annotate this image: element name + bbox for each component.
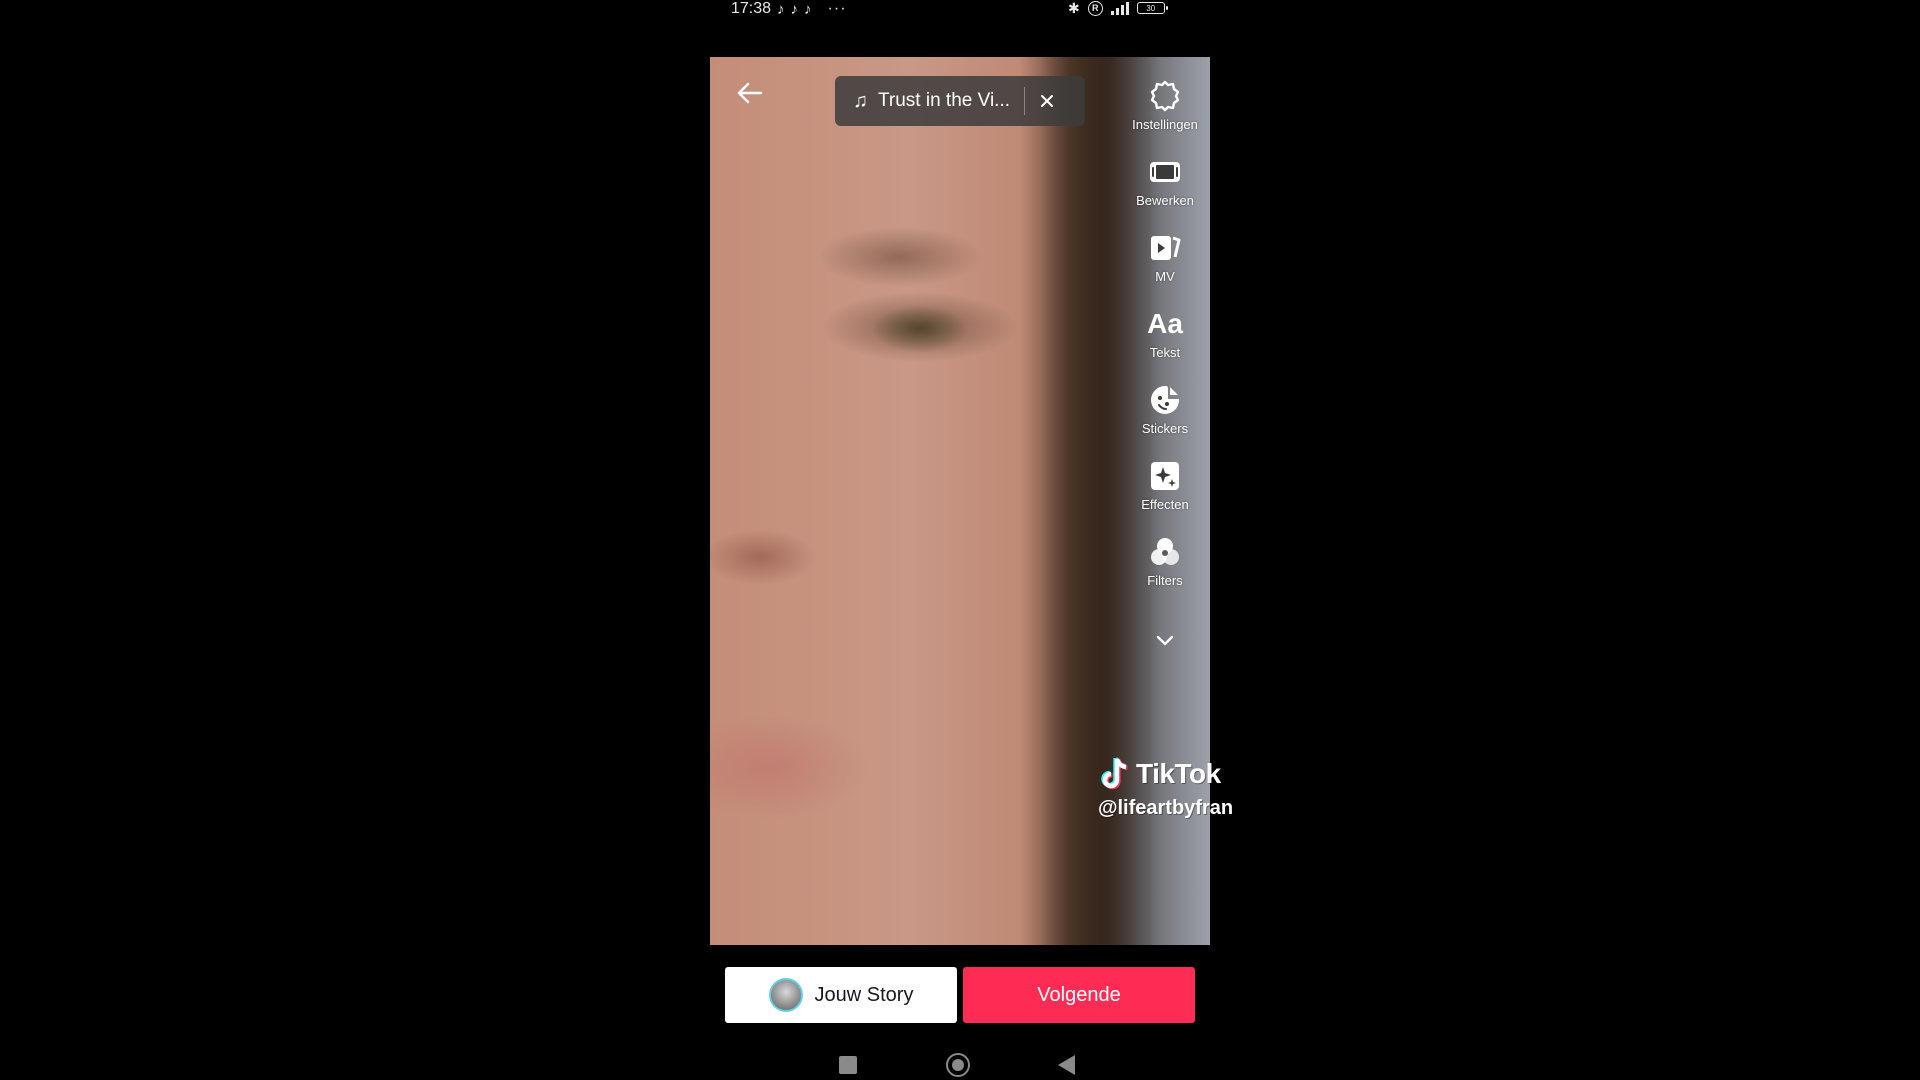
back-button[interactable] (732, 75, 768, 111)
close-icon (1041, 95, 1053, 107)
watermark-handle: @lifeartbyfran (1098, 797, 1234, 819)
remove-music-button[interactable] (1025, 76, 1069, 126)
screen: 17:38 ♪ ♪ ♪ ··· ✱ R 30 ♫ Trust in the Vi… (0, 0, 1920, 1080)
chevron-down-icon (1156, 635, 1174, 646)
home-button[interactable] (946, 1053, 970, 1077)
tiktok-logo-icon (1101, 757, 1128, 790)
settings-icon (1146, 77, 1184, 115)
sticker-icon (1146, 381, 1184, 419)
tiktok-watermark: TikTok @lifeartbyfran (1098, 755, 1248, 820)
arrow-left-icon (737, 82, 763, 104)
recents-button[interactable] (839, 1056, 857, 1074)
next-button[interactable]: Volgende (963, 967, 1195, 1023)
text-glyph: Aa (1147, 308, 1183, 339)
toolbar-item-edit[interactable]: Bewerken (1120, 153, 1210, 223)
battery-level: 30 (1146, 3, 1156, 13)
more-notifications-icon: ··· (827, 0, 847, 17)
tiktok-note-icon: ♪ (790, 0, 799, 18)
toolbar-label: Filters (1147, 573, 1183, 588)
status-bar-left: 17:38 ♪ ♪ ♪ ··· (731, 0, 847, 18)
tiktok-note-icon: ♪ (804, 0, 812, 18)
toolbar-label: Bewerken (1136, 193, 1194, 208)
toolbar-label: MV (1155, 269, 1175, 284)
bluetooth-icon: ✱ (1068, 0, 1080, 16)
toolbar-item-stickers[interactable]: Stickers (1120, 381, 1210, 451)
system-back-button[interactable] (1058, 1055, 1075, 1075)
status-bar-right: ✱ R 30 (1068, 0, 1168, 16)
next-label: Volgende (1037, 983, 1121, 1006)
home-icon (952, 1059, 964, 1071)
tiktok-note-icon: ♪ (777, 0, 785, 18)
music-note-icon: ♫ (853, 89, 868, 112)
your-story-label: Jouw Story (814, 983, 914, 1006)
toolbar-item-mv[interactable]: MV (1120, 229, 1210, 299)
status-time: 17:38 (731, 0, 772, 17)
expand-toolbar-button[interactable] (1150, 625, 1180, 655)
filters-icon (1146, 533, 1184, 571)
toolbar-label: Tekst (1149, 345, 1181, 360)
battery-icon: 30 (1136, 2, 1168, 14)
toolbar-label: Effecten (1141, 497, 1189, 512)
watermark-brand-row: TikTok (1098, 755, 1248, 793)
text-icon: Aa (1146, 305, 1184, 343)
registered-icon: R (1087, 0, 1103, 16)
toolbar-item-effects[interactable]: Effecten (1120, 457, 1210, 527)
watermark-brand: TikTok (1136, 758, 1221, 789)
toolbar-item-settings[interactable]: Instellingen (1120, 77, 1210, 147)
music-title: Trust in the Vi... (878, 90, 1010, 111)
signal-icon (1110, 1, 1129, 15)
toolbar-label: Stickers (1141, 421, 1189, 436)
music-selector[interactable]: ♫ Trust in the Vi... (835, 76, 1085, 126)
mv-icon (1146, 229, 1184, 267)
avatar (768, 978, 803, 1012)
your-story-button[interactable]: Jouw Story (725, 967, 957, 1023)
edit-clip-icon (1146, 153, 1184, 191)
toolbar-item-filters[interactable]: Filters (1120, 533, 1210, 603)
toolbar-label: Instellingen (1132, 117, 1198, 132)
toolbar-item-text[interactable]: Aa Tekst (1120, 305, 1210, 375)
effects-icon (1146, 457, 1184, 495)
